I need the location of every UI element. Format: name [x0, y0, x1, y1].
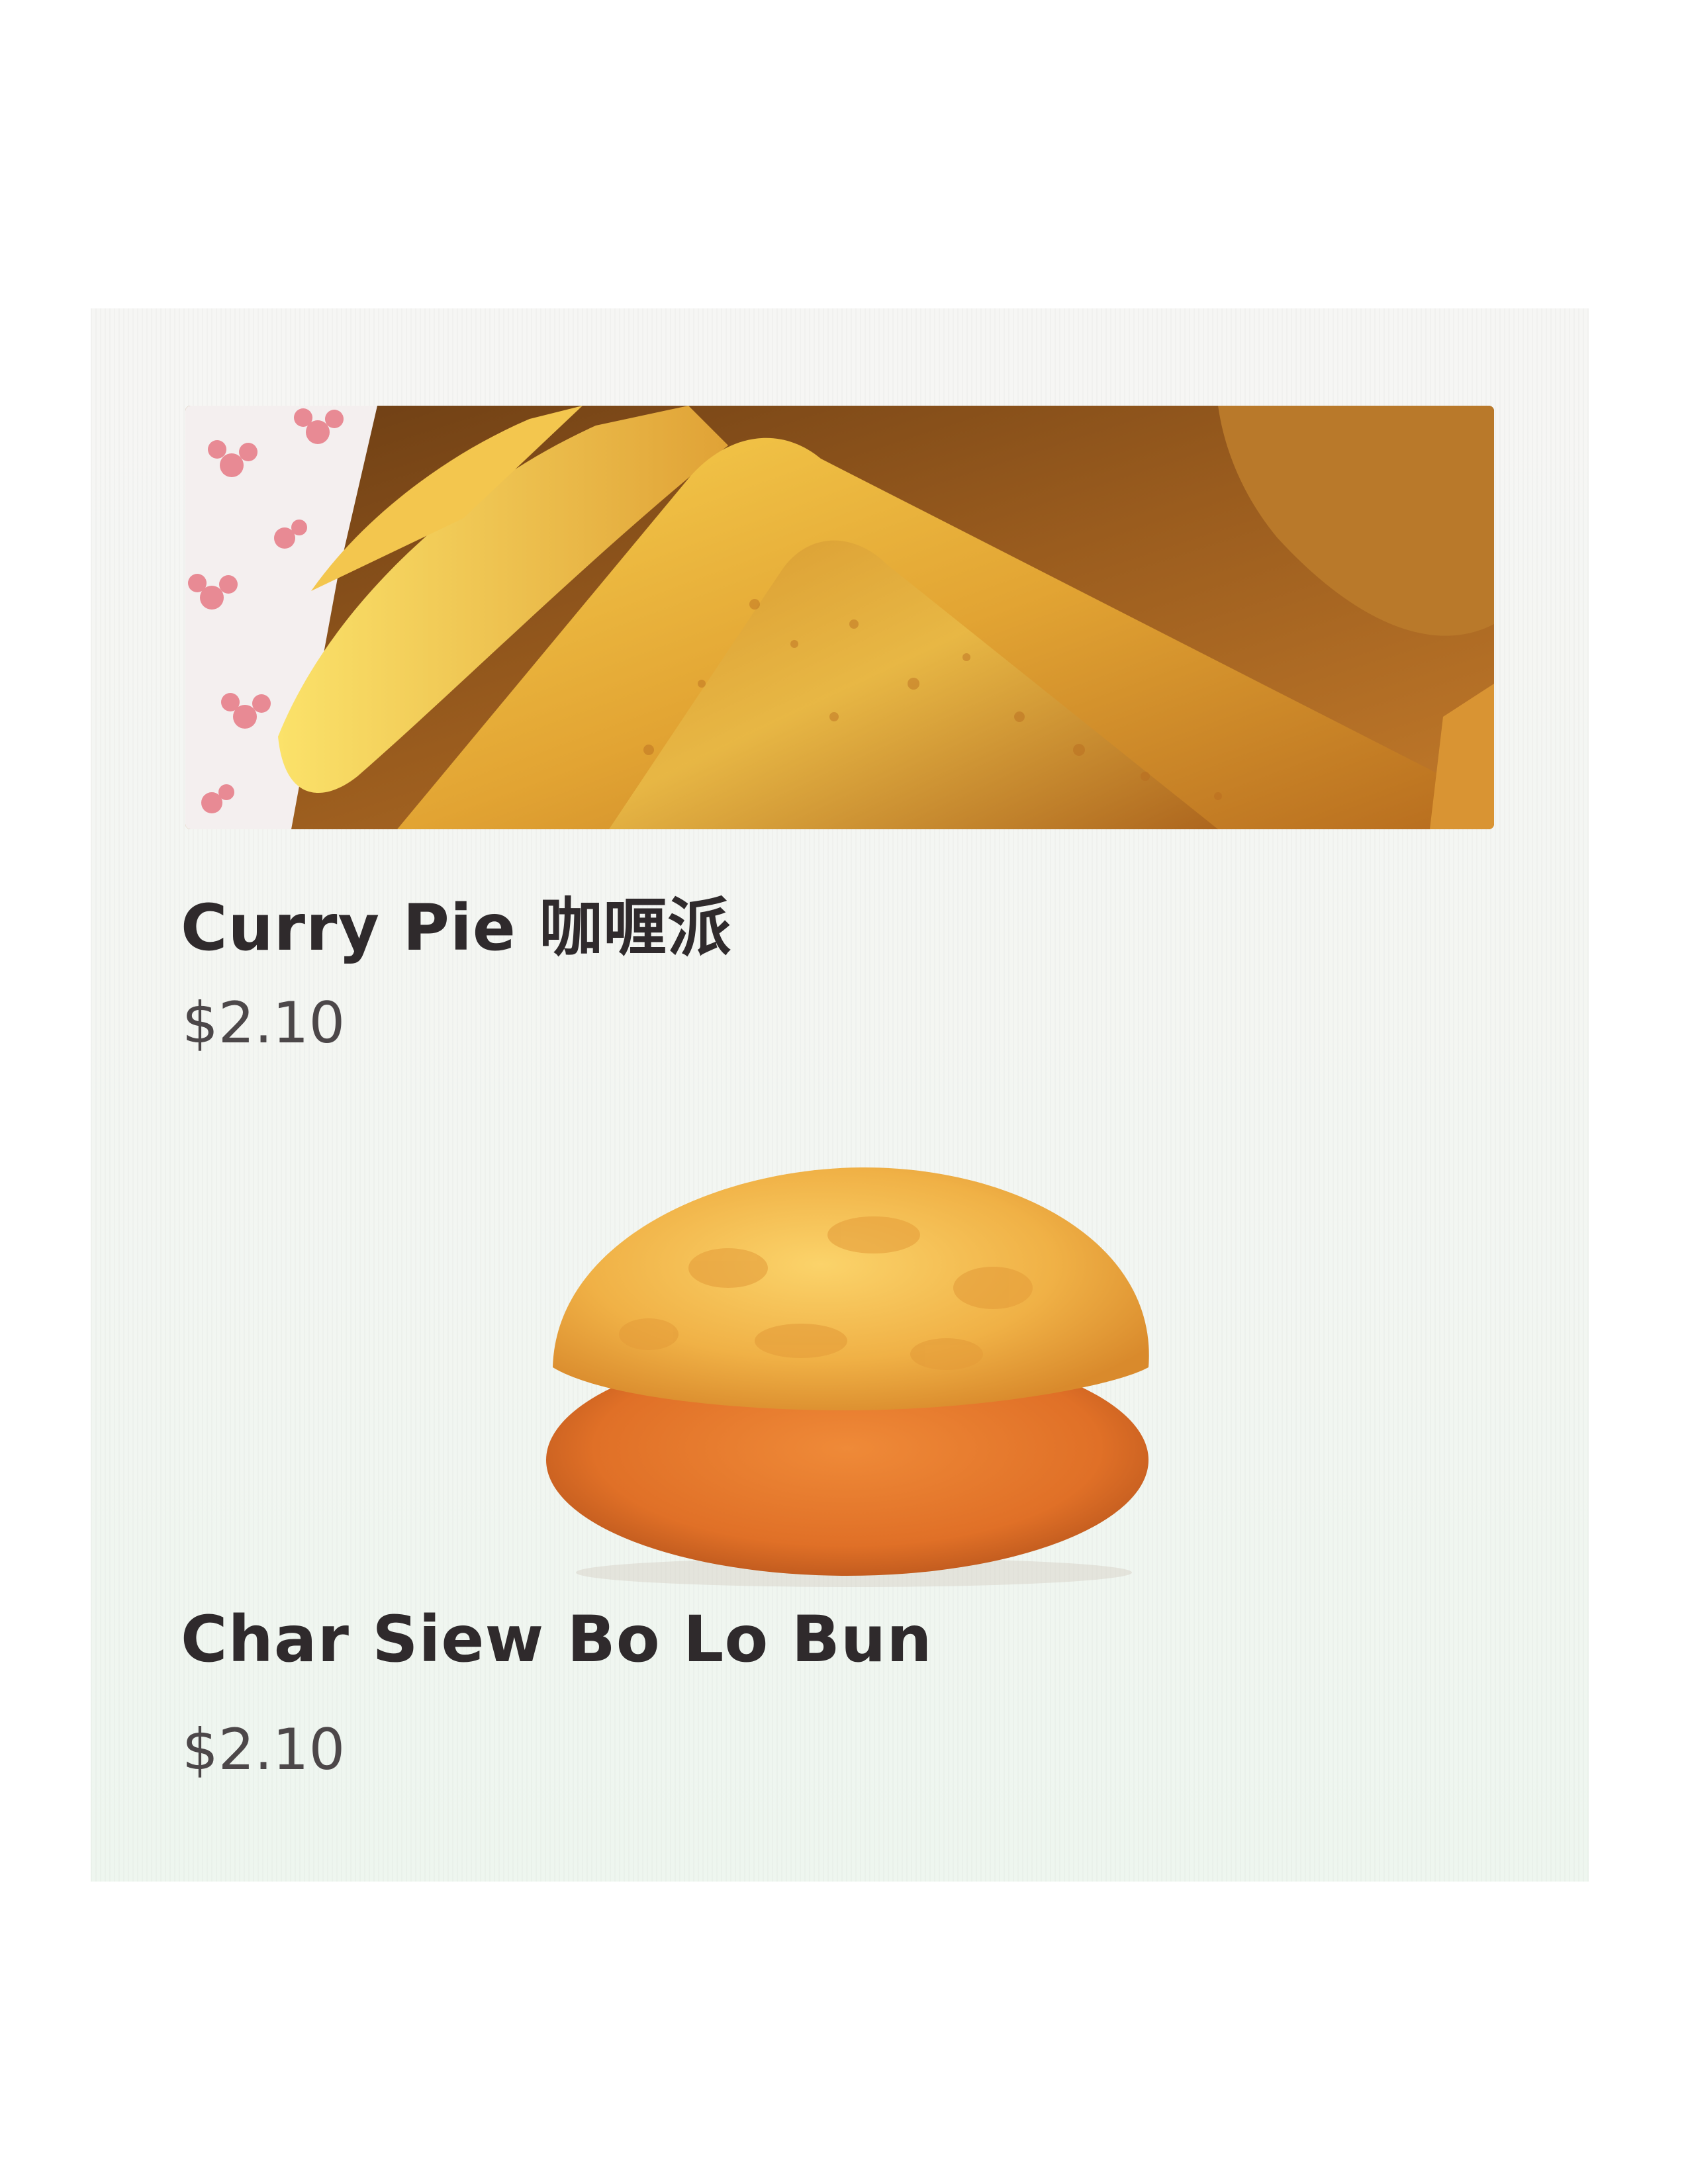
bo-lo-bun-photo[interactable]: [185, 1149, 1494, 1599]
curry-pie-photo[interactable]: [185, 406, 1494, 829]
item-price: $2.10: [182, 1717, 346, 1783]
item-price: $2.10: [182, 990, 346, 1056]
menu-screen: Curry Pie 咖喱派 $2.10 Char Siew Bo Lo Bun …: [91, 308, 1589, 1882]
bo-lo-bun-illustration: [546, 1167, 1149, 1587]
item-name[interactable]: Curry Pie 咖喱派: [181, 876, 731, 968]
item-name[interactable]: Char Siew Bo Lo Bun: [181, 1602, 933, 1676]
curry-pie-illustration: [185, 406, 1494, 829]
